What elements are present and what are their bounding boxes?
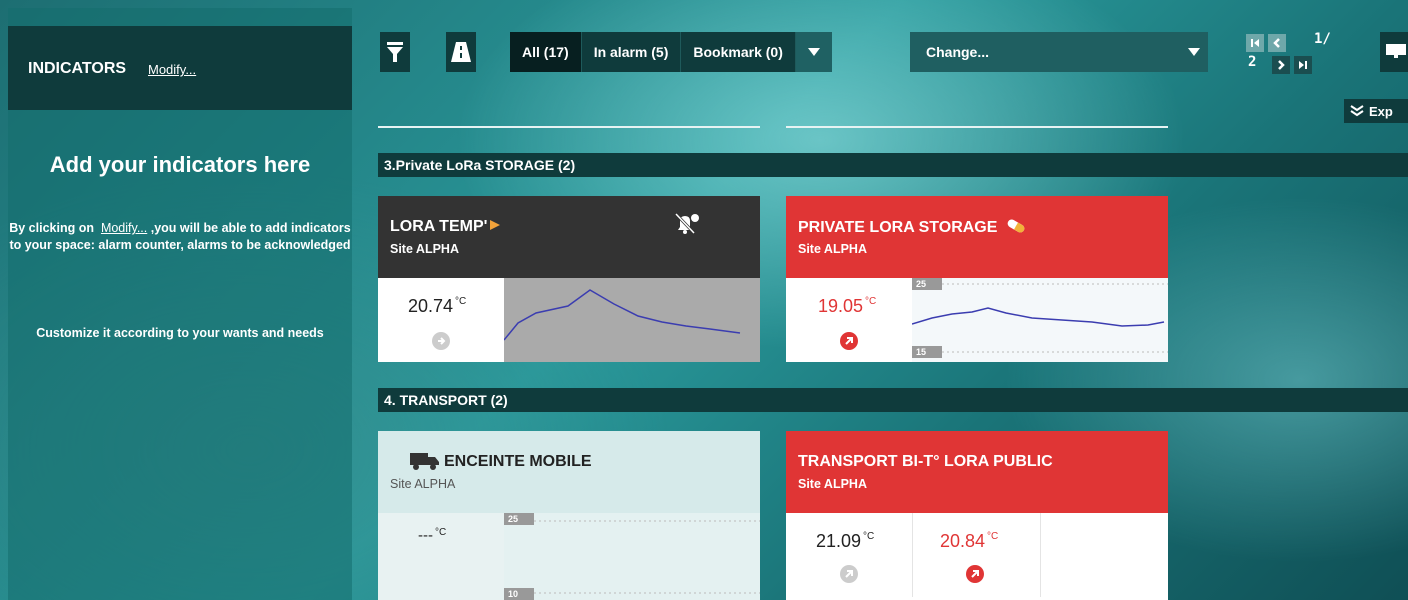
card-site: Site ALPHA bbox=[798, 477, 867, 491]
divider bbox=[378, 126, 760, 128]
card-value: 20.74 °C bbox=[408, 296, 467, 316]
notification-muted-icon[interactable] bbox=[674, 212, 700, 236]
scale-min-label: 15 bbox=[912, 346, 942, 358]
trend-up-icon bbox=[840, 332, 858, 350]
trend-up-icon bbox=[840, 565, 858, 583]
card-value: --- °C bbox=[418, 527, 447, 544]
card-header: TRANSPORT BI-T° LORA PUBLIC Site ALPHA bbox=[786, 431, 1168, 513]
card-value: 19.05 °C bbox=[818, 296, 877, 316]
chevron-right-icon bbox=[1278, 60, 1285, 70]
card-title: PRIVATE LORA STORAGE bbox=[798, 218, 1026, 237]
tab-bookmark[interactable]: Bookmark (0) bbox=[681, 32, 796, 72]
chevron-left-icon bbox=[1273, 38, 1280, 48]
filter-button[interactable] bbox=[380, 32, 410, 72]
sparkline-chart bbox=[504, 278, 760, 362]
indicators-description: By clicking on Modify... ,you will be ab… bbox=[9, 221, 351, 252]
trend-flat-icon bbox=[432, 332, 450, 350]
road-icon bbox=[451, 42, 471, 62]
pill-icon bbox=[1007, 219, 1025, 233]
first-page-button[interactable] bbox=[1246, 34, 1264, 52]
indicator-card-transport[interactable]: TRANSPORT BI-T° LORA PUBLIC Site ALPHA 2… bbox=[786, 431, 1168, 600]
sparkline-chart bbox=[912, 278, 1168, 362]
funnel-icon bbox=[387, 42, 403, 62]
tab-in-alarm[interactable]: In alarm (5) bbox=[582, 32, 682, 72]
card-site: Site ALPHA bbox=[390, 242, 459, 256]
last-page-icon bbox=[1299, 61, 1307, 69]
card-body: 19.05 °C 25 15 bbox=[786, 278, 1168, 362]
expand-label: Exp bbox=[1369, 103, 1393, 119]
card-site: Site ALPHA bbox=[390, 477, 456, 491]
card-body: 20.74 °C bbox=[378, 278, 760, 362]
divider bbox=[1040, 513, 1041, 597]
alert-pill-icon bbox=[490, 220, 501, 230]
indicator-card-enceinte-mobile[interactable]: ENCEINTE MOBILE Site ALPHA --- °C 25 10 bbox=[378, 431, 760, 600]
prev-page-button[interactable] bbox=[1268, 34, 1286, 52]
card-site: Site ALPHA bbox=[798, 242, 867, 256]
first-page-icon bbox=[1251, 39, 1259, 47]
modify-link[interactable]: Modify... bbox=[148, 62, 196, 77]
card-title: TRANSPORT BI-T° LORA PUBLIC bbox=[798, 453, 1053, 470]
display-button[interactable] bbox=[1380, 32, 1408, 72]
divider bbox=[786, 126, 1168, 128]
card-header: ENCEINTE MOBILE Site ALPHA bbox=[378, 431, 760, 513]
card-title: ENCEINTE MOBILE bbox=[444, 453, 592, 470]
description-modify-link[interactable]: Modify... bbox=[101, 221, 147, 235]
caret-down-icon bbox=[807, 48, 820, 56]
card-title: LORA TEMP' bbox=[390, 218, 501, 236]
tab-all[interactable]: All (17) bbox=[510, 32, 582, 72]
section-header-storage[interactable]: 3.Private LoRa STORAGE (2) bbox=[378, 153, 1408, 177]
customize-text: Customize it according to your wants and… bbox=[36, 326, 324, 340]
card-header: PRIVATE LORA STORAGE Site ALPHA bbox=[786, 196, 1168, 278]
page-current: 1/ bbox=[1314, 31, 1331, 47]
page-total: 2 bbox=[1248, 54, 1257, 70]
tabs-dropdown-button[interactable] bbox=[795, 32, 832, 72]
card-header: LORA TEMP' Site ALPHA bbox=[378, 196, 760, 278]
card-value-1: 21.09 °C bbox=[816, 531, 875, 551]
indicator-card-lora-temp[interactable]: LORA TEMP' Site ALPHA 20.74 °C bbox=[378, 196, 760, 362]
indicators-title: INDICATORS bbox=[28, 60, 127, 77]
indicators-header: INDICATORS Modify... bbox=[8, 26, 352, 110]
last-page-button[interactable] bbox=[1294, 56, 1312, 74]
card-body: 21.09 °C 20.84 °C bbox=[786, 513, 1168, 597]
scale-max-label: 25 bbox=[912, 278, 942, 290]
sparkline-chart bbox=[504, 513, 760, 600]
card-value-2: 20.84 °C bbox=[940, 531, 999, 551]
chevron-down-icon bbox=[1188, 48, 1200, 56]
scale-max-label: 25 bbox=[504, 513, 534, 525]
scale-min-label: 10 bbox=[504, 588, 534, 600]
filter-tabs: All (17) In alarm (5) Bookmark (0) bbox=[510, 32, 832, 72]
double-chevron-down-icon bbox=[1350, 105, 1364, 117]
change-select[interactable]: Change... bbox=[910, 32, 1208, 72]
next-page-button[interactable] bbox=[1272, 56, 1290, 74]
road-button[interactable] bbox=[446, 32, 476, 72]
change-select-value: Change... bbox=[926, 44, 990, 60]
trend-up-icon bbox=[966, 565, 984, 583]
indicator-card-private-lora-storage[interactable]: PRIVATE LORA STORAGE Site ALPHA 19.05 °C … bbox=[786, 196, 1168, 362]
monitor-icon bbox=[1386, 44, 1406, 58]
section-header-transport[interactable]: 4. TRANSPORT (2) bbox=[378, 388, 1408, 412]
truck-icon bbox=[410, 453, 439, 470]
card-body: --- °C 25 10 bbox=[378, 513, 760, 600]
divider bbox=[912, 513, 913, 597]
expand-button[interactable]: Exp bbox=[1344, 99, 1408, 123]
add-indicators-title: Add your indicators here bbox=[49, 152, 311, 177]
